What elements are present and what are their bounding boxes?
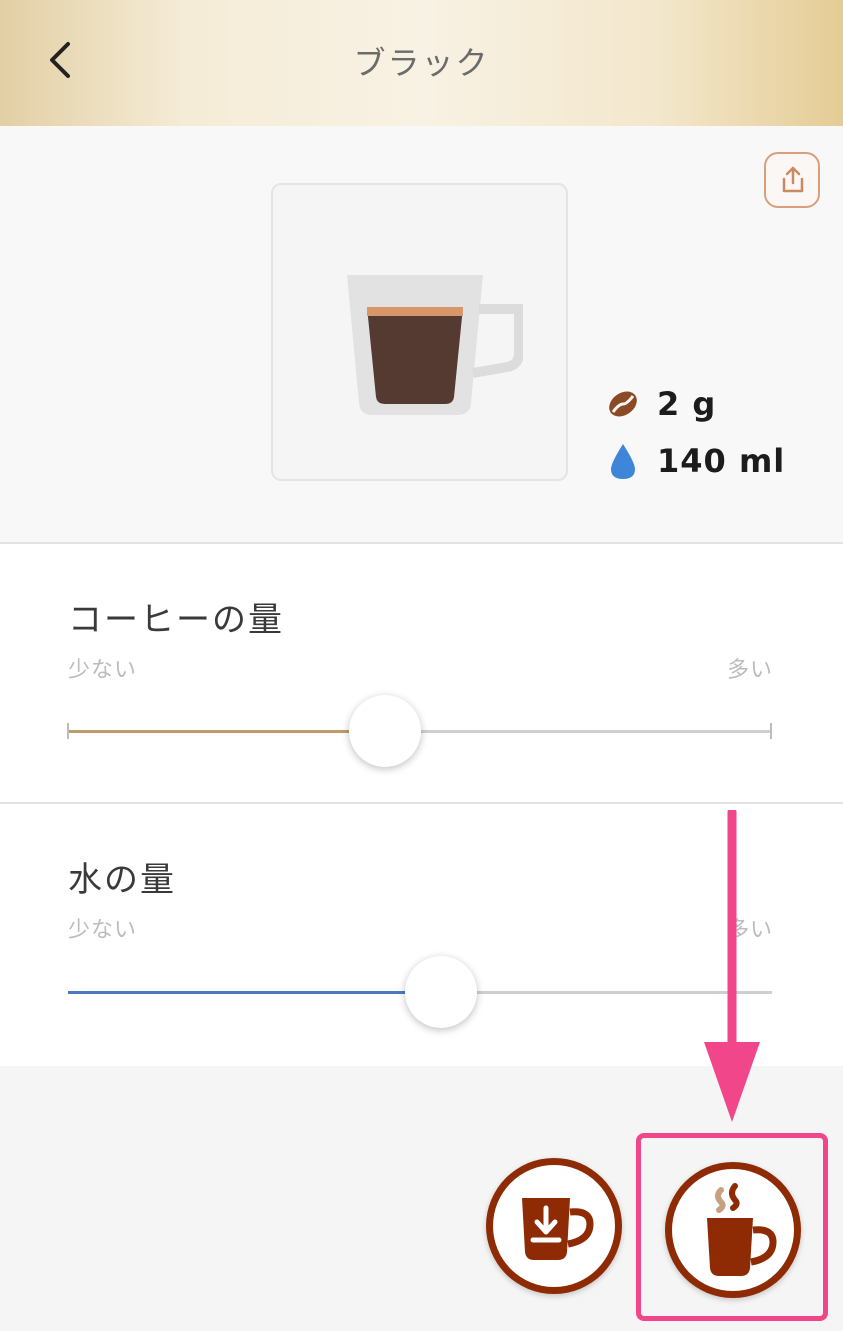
coffee-amount: 2 g (657, 385, 717, 423)
coffee-cup-icon (347, 275, 523, 415)
coffee-min-label: 少ない (68, 658, 138, 683)
coffee-slider-thumb[interactable] (348, 695, 421, 767)
water-amount-row: 140 ml (605, 441, 785, 481)
share-button[interactable] (764, 152, 820, 208)
share-icon (782, 166, 804, 193)
coffee-slider-fill (68, 730, 385, 733)
brew-button-highlight (636, 1133, 828, 1321)
coffee-amount-panel: コーヒーの量 少ない 多い (0, 544, 843, 802)
drink-image (271, 183, 568, 481)
cup-download-icon (522, 1198, 594, 1260)
coffee-amount-row: 2 g (605, 384, 716, 424)
coffee-slider-title: コーヒーの量 (68, 600, 284, 640)
coffee-slider-max-tick (770, 723, 772, 739)
coffee-slider-min-tick (67, 723, 69, 739)
header-bar: ブラック (0, 0, 843, 126)
water-amount: 140 ml (657, 442, 786, 480)
page-title: ブラック (353, 44, 490, 82)
water-min-label: 少ない (68, 918, 138, 943)
coffee-max-label: 多い (726, 658, 773, 683)
coffee-bean-icon (609, 391, 637, 417)
water-slider-thumb[interactable] (405, 956, 478, 1028)
water-drop-icon (611, 444, 635, 479)
water-slider-fill (68, 991, 442, 994)
down-arrow-icon (704, 810, 760, 1122)
water-slider-title: 水の量 (68, 860, 176, 900)
save-recipe-button[interactable] (486, 1158, 622, 1294)
